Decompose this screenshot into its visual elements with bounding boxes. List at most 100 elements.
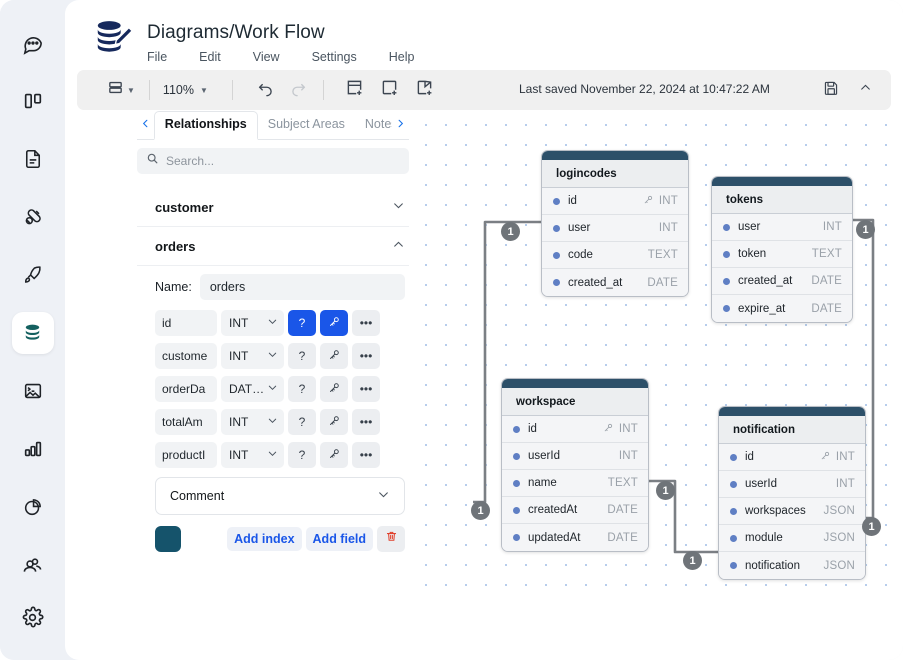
key-icon [328, 414, 341, 430]
er-table-field[interactable]: created_at DATE [712, 268, 852, 295]
er-table-field[interactable]: updatedAt DATE [502, 524, 648, 551]
add-field-button[interactable]: Add field [305, 527, 373, 551]
sidebar-item-integrations[interactable] [12, 196, 54, 238]
field-type-select[interactable]: INT [221, 343, 284, 369]
field-name-input[interactable] [155, 442, 217, 468]
er-table-field[interactable]: userId INT [502, 443, 648, 470]
tab-notes[interactable]: Notes [355, 112, 392, 138]
er-table-field[interactable]: user INT [712, 214, 852, 241]
collapse-toolbar-button[interactable] [853, 76, 877, 104]
menu-view[interactable]: View [253, 48, 294, 66]
menu-help[interactable]: Help [389, 48, 429, 66]
footer-buttons: Add index Add field [227, 526, 405, 552]
field-type-select[interactable]: INT [221, 442, 284, 468]
field-more-button[interactable]: ••• [352, 376, 380, 402]
er-table-field[interactable]: expire_at DATE [712, 295, 852, 322]
field-more-button[interactable]: ••• [352, 409, 380, 435]
er-table[interactable]: logincodes id INT user INT code TEXT cre… [541, 150, 689, 297]
relationship-cardinality-badge[interactable]: 1 [501, 222, 520, 241]
add-area-button[interactable] [375, 76, 404, 104]
diagram-canvas[interactable]: logincodes id INT user INT code TEXT cre… [413, 110, 903, 600]
add-note-button[interactable] [410, 76, 439, 104]
tabs-prev-button[interactable] [137, 117, 154, 133]
relationship-cardinality-badge[interactable]: 1 [862, 517, 881, 536]
search-input[interactable] [166, 154, 400, 168]
field-nullable-toggle[interactable]: ? [288, 310, 316, 336]
er-table-field[interactable]: workspaces JSON [719, 498, 865, 525]
relationship-cardinality-badge[interactable]: 1 [656, 481, 675, 500]
relationship-cardinality-badge[interactable]: 1 [683, 551, 702, 570]
er-table-field[interactable]: id INT [542, 188, 688, 215]
field-type-select[interactable]: DAT… [221, 376, 284, 402]
er-table-field[interactable]: id INT [719, 444, 865, 471]
field-nullable-toggle[interactable]: ? [288, 343, 316, 369]
field-key-toggle[interactable] [320, 442, 348, 468]
field-name-input[interactable] [155, 310, 217, 336]
field-nullable-toggle[interactable]: ? [288, 376, 316, 402]
sidebar-item-database[interactable] [11, 312, 54, 354]
sidebar-item-board[interactable] [12, 80, 54, 122]
relationship-cardinality-badge[interactable]: 1 [471, 501, 490, 520]
zoom-control[interactable]: 110% ▼ [160, 83, 208, 97]
field-key-toggle[interactable] [320, 409, 348, 435]
field-name-input[interactable] [155, 343, 217, 369]
menu-settings[interactable]: Settings [312, 48, 371, 66]
field-more-button[interactable]: ••• [352, 442, 380, 468]
database-icon [21, 322, 44, 345]
er-table-title: logincodes [542, 160, 688, 188]
field-key-toggle[interactable] [320, 376, 348, 402]
er-table[interactable]: tokens user INT token TEXT created_at DA… [711, 176, 853, 323]
er-table-field[interactable]: module JSON [719, 525, 865, 552]
add-table-button[interactable] [340, 76, 369, 104]
search-box[interactable] [137, 148, 409, 174]
er-table-field[interactable]: code TEXT [542, 242, 688, 269]
field-key-toggle[interactable] [320, 343, 348, 369]
table-name-input[interactable] [199, 274, 405, 300]
field-name-input[interactable] [155, 376, 217, 402]
sidebar-item-deploy[interactable] [12, 254, 54, 296]
field-key-toggle[interactable] [320, 310, 348, 336]
undo-button[interactable] [253, 76, 279, 104]
er-table-field[interactable]: created_at DATE [542, 269, 688, 296]
tab-overflow-clip: Notes [355, 112, 392, 138]
er-table[interactable]: notification id INT userId INT workspace… [718, 406, 866, 580]
tab-relationships[interactable]: Relationships [153, 110, 258, 140]
sidebar-item-chat[interactable] [12, 22, 54, 64]
tab-subject-areas[interactable]: Subject Areas [258, 112, 355, 138]
delete-table-button[interactable] [377, 526, 405, 552]
sidebar-item-reports[interactable] [12, 486, 54, 528]
er-table-field[interactable]: notification JSON [719, 552, 865, 579]
er-table-field[interactable]: user INT [542, 215, 688, 242]
er-table-field[interactable]: userId INT [719, 471, 865, 498]
menu-file[interactable]: File [147, 48, 181, 66]
er-table-field[interactable]: createdAt DATE [502, 497, 648, 524]
field-more-button[interactable]: ••• [352, 343, 380, 369]
add-index-button[interactable]: Add index [227, 527, 302, 551]
sidebar-item-media[interactable] [12, 370, 54, 412]
layout-button[interactable]: ▼ [103, 76, 139, 104]
field-nullable-toggle[interactable]: ? [288, 409, 316, 435]
table-name-customer: customer [155, 199, 214, 215]
er-table-field[interactable]: token TEXT [712, 241, 852, 268]
field-type-select[interactable]: INT [221, 409, 284, 435]
redo-button[interactable] [285, 76, 311, 104]
er-table-field[interactable]: id INT [502, 416, 648, 443]
menu-edit[interactable]: Edit [199, 48, 235, 66]
table-accordion-customer[interactable]: customer [137, 188, 409, 227]
relationship-cardinality-badge[interactable]: 1 [856, 220, 875, 239]
tabs-next-button[interactable] [392, 117, 409, 133]
table-accordion-orders[interactable]: orders [137, 227, 409, 266]
sidebar-item-team[interactable] [12, 544, 54, 586]
save-button[interactable] [818, 76, 844, 104]
field-type-select[interactable]: INT [221, 310, 284, 336]
comment-section[interactable]: Comment [155, 477, 405, 515]
sidebar-item-settings[interactable] [12, 596, 54, 638]
er-table-field[interactable]: name TEXT [502, 470, 648, 497]
field-nullable-toggle[interactable]: ? [288, 442, 316, 468]
sidebar-item-analytics[interactable] [12, 428, 54, 470]
sidebar-item-documents[interactable] [12, 138, 54, 180]
table-color-swatch[interactable] [155, 526, 181, 552]
field-more-button[interactable]: ••• [352, 310, 380, 336]
field-name-input[interactable] [155, 409, 217, 435]
er-table[interactable]: workspace id INT userId INT name TEXT cr… [501, 378, 649, 552]
